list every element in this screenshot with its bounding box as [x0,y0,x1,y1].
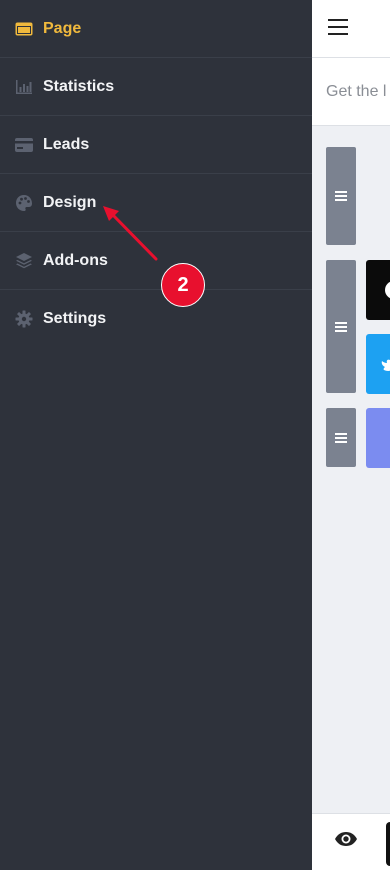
link-tile-dark[interactable] [366,260,390,320]
drag-handle-icon [335,189,347,203]
eye-icon[interactable] [334,831,358,852]
subheader: Get the l [312,58,390,126]
twitter-bird-icon [381,359,390,371]
sidebar-item-add-ons[interactable]: Add-ons [0,232,312,290]
hamburger-menu-icon[interactable] [328,19,348,37]
sidebar-item-settings[interactable]: Settings [0,290,312,348]
palette-icon [14,193,34,213]
dark-action-button[interactable] [386,822,390,866]
drag-handle[interactable] [326,408,356,467]
top-bar [312,0,390,58]
bar-chart-icon [14,77,34,97]
sidebar-item-design[interactable]: Design [0,174,312,232]
circle-icon [385,281,390,299]
main-content: Get the l [312,0,390,870]
sidebar-item-leads[interactable]: Leads [0,116,312,174]
step-number-badge: 2 [161,263,205,307]
drag-handle[interactable] [326,260,356,393]
sidebar-item-statistics[interactable]: Statistics [0,58,312,116]
sidebar-item-label: Add-ons [43,251,108,269]
sidebar-item-label: Statistics [43,77,115,95]
link-tile-purple[interactable] [366,408,390,468]
bottom-bar [312,813,390,870]
drag-handle-icon [335,320,347,334]
subheader-text: Get the l [326,83,387,100]
link-tile-twitter[interactable] [366,334,390,394]
sidebar: Page Statistics Leads Design Add-ons Set… [0,0,312,870]
sidebar-item-page[interactable]: Page [0,0,312,58]
sidebar-item-label: Settings [43,310,107,327]
sidebar-item-label: Page [43,19,82,37]
browser-window-icon [14,19,34,39]
layers-icon [14,251,34,271]
drag-handle[interactable] [326,147,356,245]
gear-icon [14,309,34,329]
sidebar-item-label: Design [43,193,97,211]
credit-card-icon [14,135,34,155]
sidebar-item-label: Leads [43,135,90,153]
drag-handle-icon [335,431,347,445]
